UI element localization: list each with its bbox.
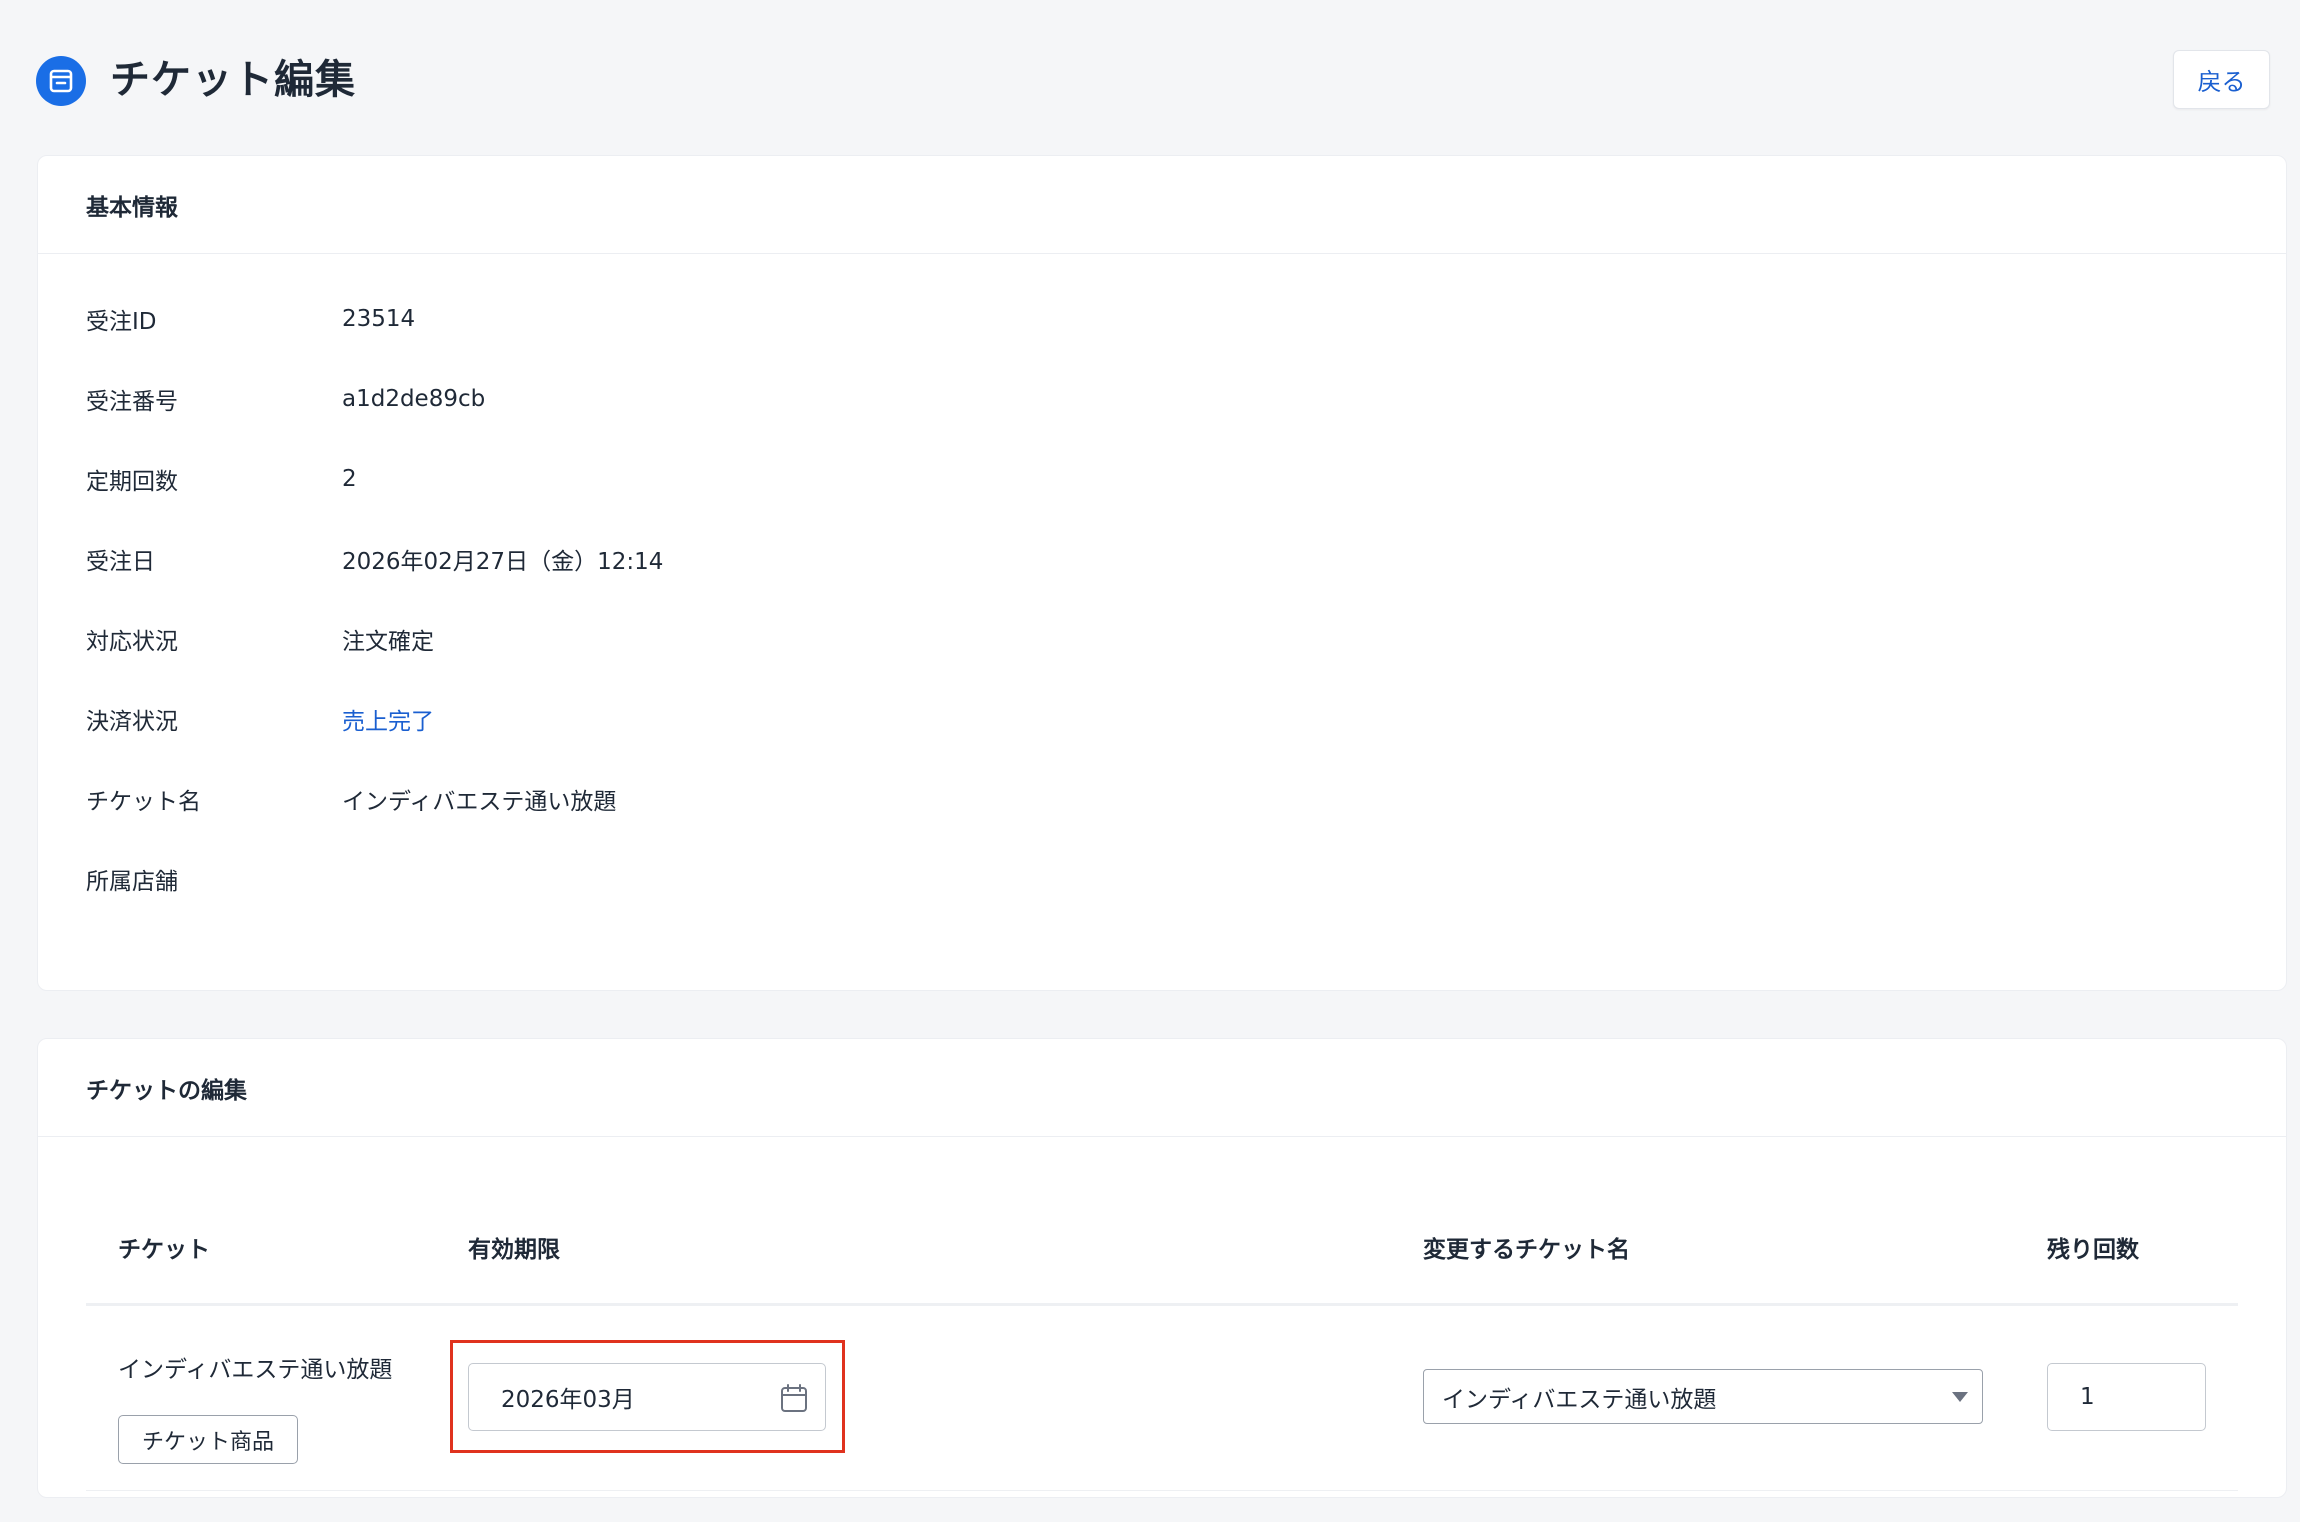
info-value: 注文確定 xyxy=(342,629,434,655)
column-header-expiry: 有効期限 xyxy=(468,1237,560,1263)
info-label: 対応状況 xyxy=(86,629,178,655)
info-value: a1d2de89cb xyxy=(342,386,486,412)
payment-status-link[interactable]: 売上完了 xyxy=(342,702,434,736)
basic-info-header: 基本情報 xyxy=(38,156,2286,254)
info-value: 2026年02月27日（金）12:14 xyxy=(342,549,664,575)
ticket-type-badge: チケット商品 xyxy=(118,1415,298,1464)
ticket-edit-header: チケットの編集 xyxy=(38,1039,2286,1137)
ticket-name-select-value: インディバエステ通い放題 xyxy=(1442,1386,1717,1413)
table-row: インディバエステ通い放題 チケット商品 2026年03月 インディバエステ通い放… xyxy=(86,1306,2238,1491)
info-label: チケット名 xyxy=(86,789,201,815)
ticket-name-select[interactable]: インディバエステ通い放題 xyxy=(1423,1369,1983,1424)
page-title: チケット編集 xyxy=(110,57,356,103)
back-button[interactable]: 戻る xyxy=(2173,50,2270,109)
ticket-name-cell: インディバエステ通い放題 xyxy=(118,1357,393,1383)
ticket-table: チケット 有効期限 変更するチケット名 残り回数 インディバエステ通い放題 チケ… xyxy=(86,1191,2238,1491)
basic-info-title: 基本情報 xyxy=(86,194,178,221)
calendar-icon[interactable] xyxy=(779,1382,809,1414)
info-label: 受注番号 xyxy=(86,389,178,415)
column-header-remaining: 残り回数 xyxy=(2047,1237,2139,1263)
remaining-count-value: 1 xyxy=(2080,1384,2095,1410)
column-header-new-name: 変更するチケット名 xyxy=(1423,1237,1630,1263)
info-row-order-date: 受注日 2026年02月27日（金）12:14 xyxy=(86,539,663,579)
info-label: 受注日 xyxy=(86,549,155,575)
info-value: 23514 xyxy=(342,306,416,332)
ticket-icon xyxy=(36,56,86,106)
info-row-payment-status: 決済状況 売上完了 xyxy=(86,699,434,739)
expiry-month-value: 2026年03月 xyxy=(501,1387,635,1413)
info-row-order-id: 受注ID 23514 xyxy=(86,299,415,339)
info-row-order-number: 受注番号 a1d2de89cb xyxy=(86,379,485,419)
page-header: チケット編集 戻る xyxy=(0,0,2300,155)
info-row-ticket-name: チケット名 インディバエステ通い放題 xyxy=(86,779,616,819)
info-label: 所属店舗 xyxy=(86,869,178,895)
info-label: 決済状況 xyxy=(86,709,178,735)
column-header-ticket: チケット xyxy=(118,1237,210,1263)
expiry-month-input[interactable]: 2026年03月 xyxy=(468,1363,826,1431)
info-label: 受注ID xyxy=(86,309,157,335)
info-value: インディバエステ通い放題 xyxy=(342,789,617,815)
chevron-down-icon xyxy=(1952,1392,1968,1402)
remaining-count-input[interactable]: 1 xyxy=(2047,1363,2206,1431)
info-label: 定期回数 xyxy=(86,469,178,495)
info-row-store: 所属店舗 xyxy=(86,859,342,899)
info-row-order-status: 対応状況 注文確定 xyxy=(86,619,434,659)
ticket-edit-card: チケットの編集 チケット 有効期限 変更するチケット名 残り回数 インディバエス… xyxy=(37,1038,2287,1498)
basic-info-card: 基本情報 受注ID 23514 受注番号 a1d2de89cb 定期回数 2 受… xyxy=(37,155,2287,991)
info-value: 2 xyxy=(342,466,357,492)
info-row-subscription-count: 定期回数 2 xyxy=(86,459,357,499)
ticket-edit-title: チケットの編集 xyxy=(86,1077,247,1104)
